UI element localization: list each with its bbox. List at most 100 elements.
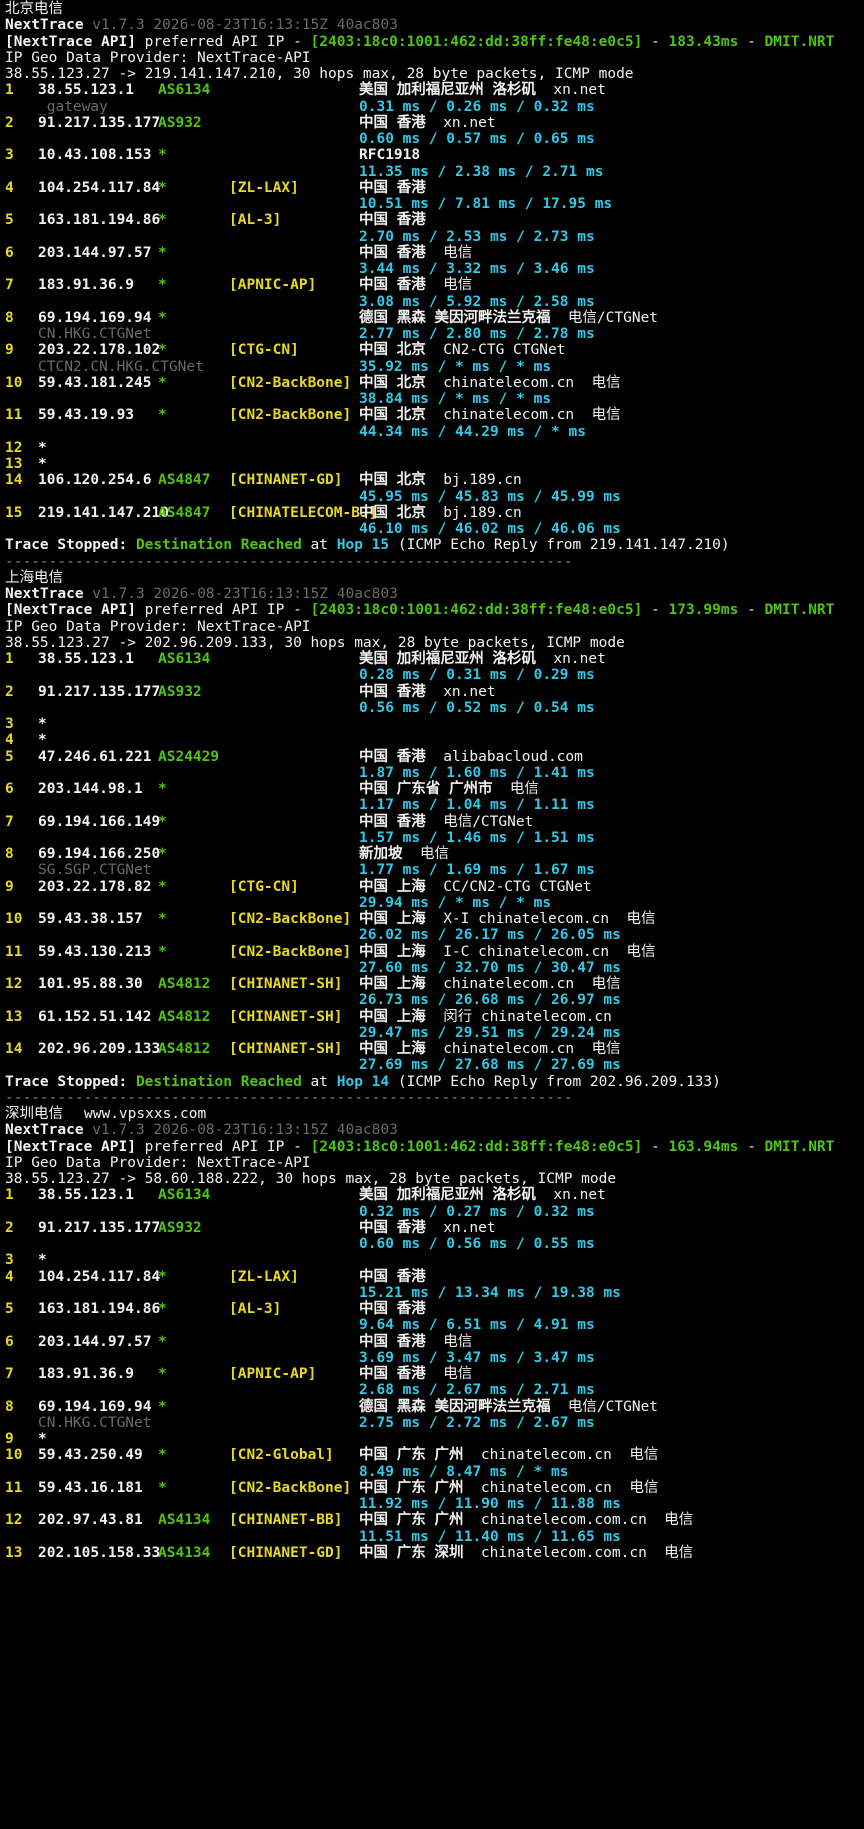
hop-ip: 203.22.178.82 bbox=[38, 878, 152, 895]
hop-geo-main: 中国 上海 bbox=[359, 878, 426, 895]
api-dash: - bbox=[642, 1138, 669, 1155]
hop-asn: AS6134 bbox=[158, 651, 211, 667]
hop-tag: [CN2-BackBone] bbox=[229, 911, 352, 927]
api-ip: [2403:18c0:1001:462:dd:38ff:fe48:e0c5] bbox=[310, 33, 643, 50]
app-version: v1.7.3 2026-08-23T16:13:15Z 40ac803 bbox=[83, 1122, 398, 1139]
hop-number: 4 bbox=[5, 179, 14, 196]
api-prefix: [NextTrace API] bbox=[5, 602, 136, 619]
hop-tag: [APNIC-AP] bbox=[229, 277, 317, 294]
hop-number: 9 bbox=[5, 342, 14, 359]
hop-asn: * bbox=[158, 374, 167, 391]
hop-geo-main: 中国 上海 bbox=[359, 1008, 426, 1025]
hop-geo-extra: 电信/CTGNet bbox=[550, 309, 659, 326]
hop-ip: 203.144.97.57 bbox=[38, 244, 152, 261]
hop-geo-main: 中国 广东省 广州市 bbox=[359, 781, 493, 797]
hop-geo-extra: CC/CN2-CTG CTGNet bbox=[425, 878, 592, 895]
hop-geo-main: 中国 香港 bbox=[359, 1333, 426, 1350]
footer-hop: Hop 15 bbox=[336, 537, 390, 554]
api-prefix: [NextTrace API] bbox=[5, 33, 136, 50]
hop-geo: 中国 广东 深圳 chinatelecom.com.cn 电信 bbox=[359, 1544, 693, 1563]
hop-geo-main: 中国 香港 bbox=[359, 277, 426, 294]
hop-tag: [AL-3] bbox=[229, 212, 282, 229]
hop-number: 6 bbox=[5, 1333, 14, 1350]
hop-geo-main: 中国 香港 bbox=[359, 683, 426, 700]
hop-ip: 202.97.43.81 bbox=[38, 1512, 143, 1529]
api-dash2: - bbox=[738, 33, 765, 50]
hop-rtt: 44.34 ms / 44.29 ms / * ms bbox=[359, 423, 586, 440]
hop-geo-extra: X-I chinatelecom.cn 电信 bbox=[425, 911, 656, 927]
hop-geo-extra: xn.net bbox=[535, 1187, 606, 1204]
api-location: DMIT.NRT bbox=[764, 602, 835, 619]
hop-asn: AS24429 bbox=[158, 748, 220, 765]
hop-asn: * bbox=[158, 179, 167, 196]
hop-ip: 38.55.123.1 bbox=[38, 1187, 135, 1204]
hop-asn: * bbox=[158, 878, 167, 895]
hop-asn: * bbox=[158, 1447, 167, 1464]
hop-rtt: 0.56 ms / 0.52 ms / 0.54 ms bbox=[359, 699, 595, 716]
hop-number: 9 bbox=[5, 878, 14, 895]
hop-ip: 202.96.209.133 bbox=[38, 1041, 161, 1057]
hop-number: 1 bbox=[5, 82, 14, 99]
hop-ip: 59.43.16.181 bbox=[38, 1479, 143, 1496]
api-latency: 183.43ms bbox=[668, 33, 739, 50]
hop-number: 6 bbox=[5, 244, 14, 261]
hop-number: 8 bbox=[5, 309, 14, 326]
hop-tag: [CN2-BackBone] bbox=[229, 943, 352, 960]
hop-geo-extra: xn.net bbox=[425, 114, 496, 131]
hop-ip: 59.43.181.245 bbox=[38, 374, 152, 391]
hop-asn: AS4812 bbox=[158, 1041, 211, 1057]
api-dash: - bbox=[642, 602, 669, 619]
hop-asn: * bbox=[158, 147, 167, 164]
hop-number: 7 bbox=[5, 277, 14, 294]
hop-geo-extra: 电信 bbox=[492, 781, 539, 797]
api-mid: preferred API IP - bbox=[135, 602, 311, 619]
hop-geo-main: 中国 香港 bbox=[359, 748, 426, 765]
footer-reply: (ICMP Echo Reply from 219.141.147.210) bbox=[389, 537, 730, 554]
app-version: v1.7.3 2026-08-23T16:13:15Z 40ac803 bbox=[83, 17, 398, 34]
hop-asn: * bbox=[158, 309, 167, 326]
hop-number: 2 bbox=[5, 1219, 14, 1236]
hop-geo-extra: xn.net bbox=[535, 82, 606, 99]
hop-asn: AS932 bbox=[158, 114, 202, 131]
hop-ip: 61.152.51.142 bbox=[38, 1008, 152, 1025]
hop-tag: [CN2-Global] bbox=[229, 1447, 334, 1464]
hop-geo-extra: bj.189.cn bbox=[425, 472, 522, 489]
hop-number: 8 bbox=[5, 1398, 14, 1415]
hop-ip: 59.43.130.213 bbox=[38, 943, 152, 960]
hop-asn: * bbox=[158, 943, 167, 960]
footer-hop: Hop 14 bbox=[336, 1073, 390, 1090]
api-ip: [2403:18c0:1001:462:dd:38ff:fe48:e0c5] bbox=[310, 602, 643, 619]
hop-number: 14 bbox=[5, 1041, 23, 1057]
hop-geo-main: 中国 广东 广州 bbox=[359, 1447, 464, 1464]
footer-reached: Destination Reached bbox=[135, 1073, 302, 1090]
hop-geo-main: 德国 黑森 美因河畔法兰克福 bbox=[359, 309, 551, 326]
hop-number: 15 bbox=[5, 504, 23, 521]
hop-geo-extra: 电信 bbox=[425, 1366, 473, 1382]
hop-number: 11 bbox=[5, 1479, 23, 1496]
footer-reached: Destination Reached bbox=[135, 537, 302, 554]
hop-geo-main: 美国 加利福尼亚州 洛杉矶 bbox=[359, 82, 536, 99]
hop-ip: 104.254.117.84 bbox=[38, 179, 161, 196]
api-location: DMIT.NRT bbox=[764, 33, 835, 50]
footer-reply: (ICMP Echo Reply from 202.96.209.133) bbox=[389, 1073, 721, 1090]
hop-number: 2 bbox=[5, 683, 14, 700]
hop-ip: 163.181.194.86 bbox=[38, 1301, 161, 1317]
api-dash: - bbox=[642, 33, 669, 50]
hop-geo-extra: bj.189.cn bbox=[425, 504, 522, 521]
api-dash2: - bbox=[738, 602, 765, 619]
app-name: NextTrace bbox=[5, 1122, 84, 1139]
hop-geo-main: 中国 北京 bbox=[359, 504, 426, 521]
hop-tag: [CN2-BackBone] bbox=[229, 1479, 352, 1496]
hop-ip: 59.43.19.93 bbox=[38, 407, 135, 424]
hop-ip: 183.91.36.9 bbox=[38, 277, 135, 294]
hop-asn: AS4134 bbox=[158, 1512, 211, 1529]
hop-geo-main: 中国 北京 bbox=[359, 342, 426, 359]
hop-geo-extra: alibabacloud.com bbox=[425, 748, 583, 765]
hop-number: 8 bbox=[5, 846, 14, 862]
hop-ip: 163.181.194.86 bbox=[38, 212, 161, 229]
hop-tag: [CHINANET-SH] bbox=[229, 976, 343, 992]
hop-ip: 203.144.98.1 bbox=[38, 781, 143, 797]
api-dash2: - bbox=[738, 1138, 765, 1155]
hop-geo-main: 德国 黑森 美因河畔法兰克福 bbox=[359, 1398, 551, 1415]
hop-number: 7 bbox=[5, 1366, 14, 1382]
